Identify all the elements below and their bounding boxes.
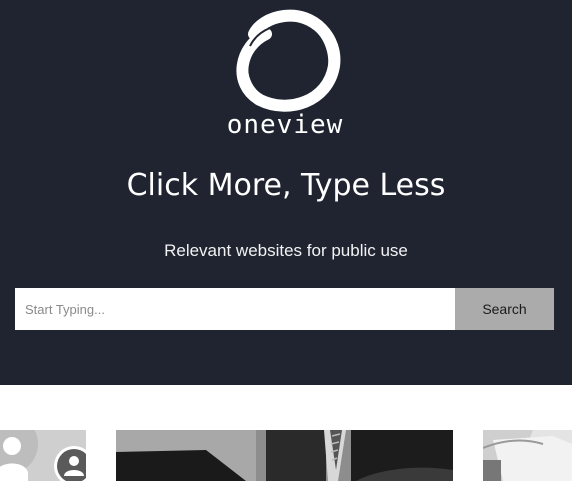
logo-wordmark: oneview	[226, 110, 344, 140]
document-photo-image	[483, 430, 572, 481]
search-input[interactable]	[15, 288, 455, 330]
page-subheading: Relevant websites for public use	[164, 241, 408, 260]
search-button[interactable]: Search	[455, 288, 554, 330]
card-business[interactable]	[116, 430, 453, 481]
card-users[interactable]	[0, 430, 86, 481]
logo[interactable]: oneview	[210, 6, 360, 146]
users-icon	[0, 430, 86, 481]
card-documents[interactable]	[483, 430, 572, 481]
page-headline: Click More, Type Less	[126, 168, 446, 203]
search-bar: Search	[15, 288, 554, 330]
enso-circle-icon	[236, 9, 341, 112]
business-photo-image	[116, 430, 453, 481]
hero-section: oneview Click More, Type Less Relevant w…	[0, 0, 572, 385]
website-cards	[0, 430, 572, 481]
